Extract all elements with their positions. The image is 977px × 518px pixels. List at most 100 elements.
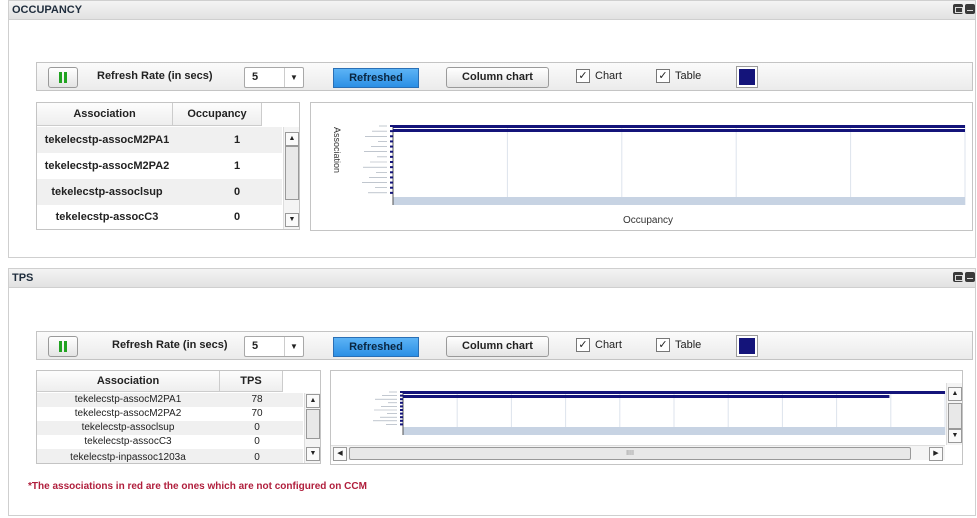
cell-value: 1 (233, 134, 241, 146)
occupancy-table-checkbox-label: Table (675, 70, 702, 82)
maximize-icon[interactable] (953, 4, 963, 14)
cell-association: tekelecstp-assocM2PA2 (44, 160, 170, 172)
occupancy-chart-checkbox-label: Chart (595, 70, 622, 82)
cell-association: tekelecstp-inpassoc1203a (70, 452, 186, 463)
tick-mark (390, 155, 393, 158)
tick-mark (390, 161, 393, 163)
tick-mark (390, 125, 393, 127)
tps-pause-button[interactable] (48, 336, 78, 357)
tick-mark (390, 166, 393, 169)
column-header-association[interactable]: Association (37, 371, 220, 392)
tps-chart-horizontal-scrollbar[interactable]: ◀ IIII ▶ (331, 445, 945, 461)
maximize-icon[interactable] (953, 272, 963, 282)
occupancy-refresh-rate-label: Refresh Rate (in secs) (97, 70, 213, 82)
cell-value: 0 (254, 422, 260, 433)
table-row[interactable]: tekelecstp-inpassoc1203a 0 (37, 449, 303, 463)
table-row[interactable]: tekelecstp-assocM2PA1 78 (37, 393, 303, 407)
tps-chart-vertical-scrollbar[interactable]: ▲ ▼ (946, 383, 962, 445)
tps-refresh-rate-select[interactable]: 5 ▼ (244, 336, 304, 357)
tps-toolbar: Refresh Rate (in secs) 5 ▼ Refreshed Col… (36, 331, 973, 360)
scrollbar-thumb[interactable] (306, 409, 320, 439)
arrow-down-icon[interactable]: ▼ (948, 429, 962, 443)
tick-mark (400, 391, 403, 393)
arrow-down-icon[interactable]: ▼ (285, 213, 299, 227)
table-row[interactable]: tekelecstp-assoclsup 0 (37, 179, 282, 205)
occupancy-table: Association Occupancy tekelecstp-assocM2… (36, 102, 300, 230)
column-header-tps[interactable]: TPS (220, 371, 283, 392)
bar (403, 395, 890, 398)
column-header-association[interactable]: Association (37, 103, 173, 126)
tps-table: Association TPS tekelecstp-assocM2PA1 78… (36, 370, 321, 464)
tick-mark (390, 135, 393, 138)
tps-table-scrollbar[interactable]: ▲ ▼ (304, 393, 320, 463)
arrow-up-icon[interactable]: ▲ (948, 387, 962, 401)
scrollbar-grip: IIII (626, 450, 634, 457)
occupancy-chart-checkbox[interactable]: ✓ (576, 69, 590, 83)
table-row[interactable]: tekelecstp-assocC3 0 (37, 205, 282, 229)
tps-column-chart-button[interactable]: Column chart (446, 336, 549, 357)
tps-table-checkbox-label: Table (675, 339, 702, 351)
tick-mark (400, 412, 403, 415)
cell-value: 70 (251, 408, 263, 419)
cell-value: 0 (254, 452, 260, 463)
table-row[interactable]: tekelecstp-assocM2PA1 1 (37, 127, 282, 153)
occupancy-table-checkbox[interactable]: ✓ (656, 69, 670, 83)
tps-table-checkbox[interactable]: ✓ (656, 338, 670, 352)
occupancy-toolbar: Refresh Rate (in secs) 5 ▼ Refreshed Col… (36, 62, 973, 91)
chevron-down-icon[interactable]: ▼ (284, 337, 303, 356)
occupancy-refreshed-button[interactable]: Refreshed (333, 68, 419, 88)
table-row[interactable]: tekelecstp-assocM2PA2 70 (37, 407, 303, 421)
cell-value: 1 (233, 160, 241, 172)
arrow-up-icon[interactable]: ▲ (306, 394, 320, 408)
tps-chart-checkbox[interactable]: ✓ (576, 338, 590, 352)
scrollbar-thumb[interactable]: IIII (349, 447, 911, 460)
cell-value: 0 (254, 436, 260, 447)
footnote-unconfigured-associations: *The associations in red are the ones wh… (28, 481, 367, 492)
axis-band (393, 197, 965, 205)
table-row[interactable]: tekelecstp-assoclsup 0 (37, 421, 303, 435)
tick-mark (390, 140, 393, 143)
tick-mark (400, 409, 403, 411)
tick-mark (390, 145, 393, 148)
tick-mark (390, 191, 393, 194)
table-row[interactable]: tekelecstp-assocC3 0 (37, 435, 303, 449)
arrow-down-icon[interactable]: ▼ (306, 447, 320, 461)
occupancy-refresh-rate-select[interactable]: 5 ▼ (244, 67, 304, 88)
arrow-right-icon[interactable]: ▶ (929, 447, 943, 461)
occupancy-table-scrollbar[interactable]: ▲ ▼ (283, 127, 299, 229)
scrollbar-thumb[interactable] (285, 146, 299, 200)
occupancy-pause-button[interactable] (48, 67, 78, 88)
occupancy-column-chart-button[interactable]: Column chart (446, 67, 549, 88)
cell-association: tekelecstp-assocC3 (84, 436, 172, 447)
occupancy-refresh-rate-value: 5 (252, 71, 259, 83)
column-header-occupancy[interactable]: Occupancy (173, 103, 262, 126)
arrow-up-icon[interactable]: ▲ (285, 132, 299, 146)
cell-value: 0 (233, 211, 241, 223)
tick-mark (400, 394, 403, 397)
table-row[interactable]: tekelecstp-assocM2PA2 1 (37, 153, 282, 179)
minimize-icon[interactable] (965, 4, 975, 14)
bar (403, 391, 945, 394)
tick-mark (400, 423, 403, 426)
tps-refreshed-button[interactable]: Refreshed (333, 337, 419, 357)
tps-series-color-picker[interactable] (736, 335, 758, 357)
tick-mark (400, 416, 403, 419)
tick-mark (400, 419, 403, 422)
tick-mark (390, 186, 393, 189)
tick-mark (400, 405, 403, 408)
occupancy-chart-y-axis-label: Association (332, 127, 342, 174)
occupancy-panel-title: OCCUPANCY (12, 4, 83, 16)
tps-panel-header: TPS (9, 269, 975, 288)
tick-mark (390, 150, 393, 153)
bar (393, 129, 965, 132)
minimize-icon[interactable] (965, 272, 975, 282)
tick-mark (400, 401, 403, 404)
tick-mark (390, 176, 393, 179)
chevron-down-icon[interactable]: ▼ (284, 68, 303, 87)
tick-mark (400, 398, 403, 401)
arrow-left-icon[interactable]: ◀ (333, 447, 347, 461)
cell-association: tekelecstp-assocM2PA2 (74, 408, 182, 419)
scrollbar-thumb[interactable] (948, 403, 962, 429)
tick-mark (390, 130, 393, 133)
occupancy-series-color-picker[interactable] (736, 66, 758, 88)
